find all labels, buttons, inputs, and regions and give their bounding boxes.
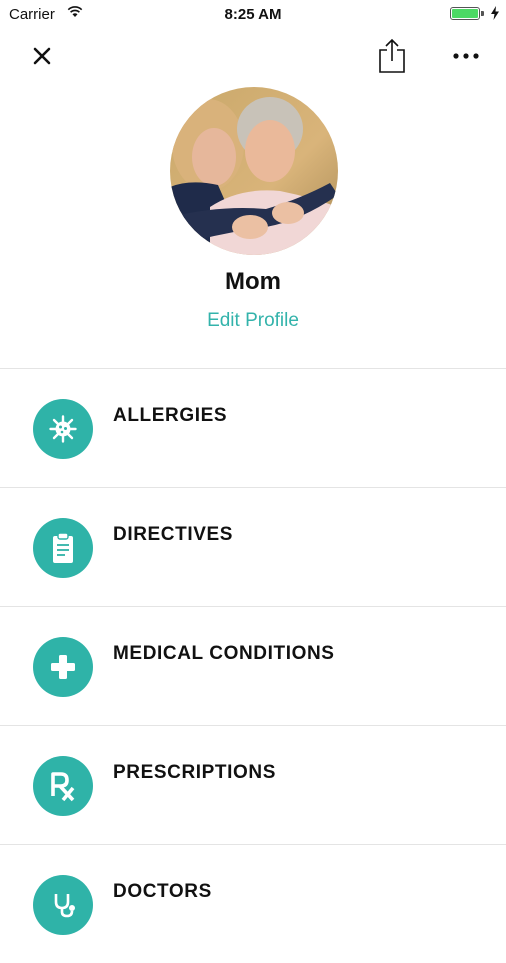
more-icon <box>453 53 479 59</box>
category-label: ALLERGIES <box>113 405 228 426</box>
category-row-allergies[interactable]: ALLERGIES <box>0 368 506 487</box>
allergen-icon <box>33 399 93 459</box>
status-time: 8:25 AM <box>224 6 282 23</box>
charging-bolt-icon <box>491 6 499 20</box>
close-icon <box>33 47 51 65</box>
category-row-doctors[interactable]: DOCTORS <box>0 844 506 963</box>
category-label: DIRECTIVES <box>113 524 234 545</box>
battery-tip <box>481 11 484 16</box>
profile-photo[interactable] <box>170 87 338 255</box>
rx-icon <box>33 756 93 816</box>
close-button[interactable] <box>16 30 68 82</box>
plus-icon <box>33 637 93 697</box>
category-row-prescriptions[interactable]: PRESCRIPTIONS <box>0 725 506 844</box>
category-list: ALLERGIES DIRECTIVES MEDICAL CONDITIONS <box>0 368 506 963</box>
category-row-medical-conditions[interactable]: MEDICAL CONDITIONS <box>0 606 506 725</box>
share-button[interactable] <box>366 30 418 82</box>
profile-name: Mom <box>225 268 281 295</box>
clipboard-icon <box>33 518 93 578</box>
share-icon <box>379 38 405 73</box>
battery-icon <box>450 7 480 20</box>
more-options-button[interactable] <box>440 30 492 82</box>
profile-photo-image <box>170 87 338 255</box>
category-label: PRESCRIPTIONS <box>113 762 276 783</box>
stethoscope-icon <box>33 875 93 935</box>
category-row-directives[interactable]: DIRECTIVES <box>0 487 506 606</box>
category-label: MEDICAL CONDITIONS <box>113 643 335 664</box>
edit-profile-link[interactable]: Edit Profile <box>0 310 506 332</box>
status-bar: Carrier 8:25 AM <box>0 0 506 30</box>
navigation-bar <box>0 30 506 85</box>
